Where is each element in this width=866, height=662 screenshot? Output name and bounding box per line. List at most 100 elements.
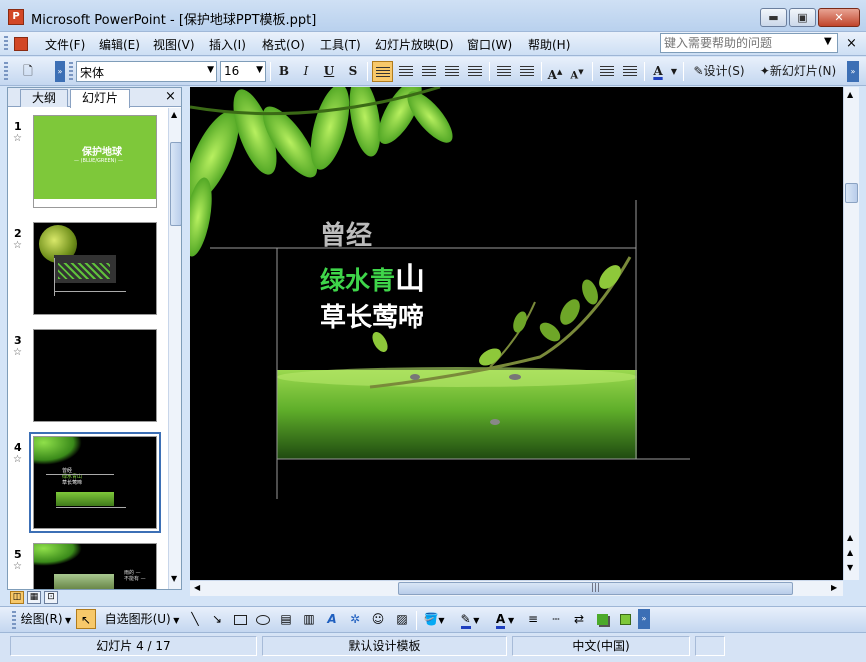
font-size-select[interactable]: 16 ▼: [220, 61, 266, 82]
align-right-button[interactable]: [419, 61, 439, 82]
menu-edit[interactable]: 编辑(E): [99, 36, 140, 53]
chevron-down-icon: ▼: [62, 616, 72, 625]
toolbar-options-icon[interactable]: »: [847, 61, 859, 82]
scroll-left-icon[interactable]: ◀: [194, 583, 200, 592]
align-center-button[interactable]: [396, 61, 416, 82]
vertical-textbox-icon[interactable]: ▥: [300, 609, 318, 629]
scroll-up-icon[interactable]: ▲: [171, 110, 177, 119]
help-search-input[interactable]: [660, 33, 838, 53]
toolbar-grip[interactable]: [69, 62, 73, 80]
menu-slideshow[interactable]: 幻灯片放映(D): [375, 36, 454, 53]
toolbar-grip[interactable]: [4, 62, 8, 80]
scroll-down-icon[interactable]: ▼: [171, 574, 177, 583]
select-objects-icon[interactable]: ↖: [76, 609, 96, 629]
design-template-name[interactable]: 默认设计模板: [262, 636, 507, 656]
menu-grip[interactable]: [4, 36, 8, 52]
line-color-button[interactable]: ✎ ▼: [454, 609, 486, 629]
menu-insert[interactable]: 插入(I): [209, 36, 246, 53]
font-color-button[interactable]: A: [649, 61, 667, 82]
slide-thumbnail-3[interactable]: [33, 329, 157, 422]
slide-text-line2[interactable]: 绿水青山: [320, 254, 425, 298]
document-icon[interactable]: [14, 37, 28, 51]
tab-outline[interactable]: 大纲: [20, 89, 68, 107]
italic-button[interactable]: I: [297, 61, 315, 82]
draw-menu-button[interactable]: 绘图(R) ▼: [19, 609, 73, 629]
grow-font-button[interactable]: A▲: [546, 61, 564, 82]
scrollbar-thumb[interactable]: [845, 183, 858, 203]
normal-view-icon[interactable]: ◫: [10, 591, 24, 604]
scroll-up-icon[interactable]: ▲: [847, 533, 853, 542]
minimize-button[interactable]: ▬: [760, 8, 787, 27]
font-name-select[interactable]: 宋体 ▼: [76, 61, 217, 82]
slide-horizontal-scrollbar[interactable]: ◀ ||| ▶: [190, 580, 843, 596]
decrease-indent-button[interactable]: [597, 61, 617, 82]
autoshapes-menu-button[interactable]: 自选图形(U) ▼: [104, 609, 180, 629]
thumbnail-scrollbar[interactable]: ▲ ▼: [168, 108, 181, 589]
slide-thumbnail-1[interactable]: 保护地球 — (BLUE/GREEN) —: [33, 115, 157, 208]
new-document-icon[interactable]: 🗋: [18, 61, 38, 82]
shadow-style-icon[interactable]: [593, 609, 611, 629]
slide-text-line1[interactable]: 曾经: [320, 215, 372, 252]
underline-button[interactable]: U: [320, 61, 338, 82]
dash-style-icon[interactable]: ┄: [547, 609, 565, 629]
new-slide-button[interactable]: ✦新幻灯片(N): [753, 61, 843, 82]
slide-thumbnail-2[interactable]: [33, 222, 157, 315]
distributed-button[interactable]: [465, 61, 485, 82]
document-close-button[interactable]: ×: [846, 36, 857, 51]
slide-canvas[interactable]: 曾经 绿水青山 草长莺啼: [190, 87, 843, 580]
fill-color-button[interactable]: 🪣▼: [421, 609, 447, 629]
design-button[interactable]: ✎设计(S): [688, 61, 750, 82]
bold-button[interactable]: B: [275, 61, 293, 82]
scroll-right-icon[interactable]: ▶: [831, 583, 837, 592]
align-left-button[interactable]: [372, 61, 393, 82]
scrollbar-thumb[interactable]: |||: [398, 582, 793, 595]
slide-vertical-scrollbar[interactable]: ▲ ▲ ▲ ▼: [843, 87, 859, 580]
scrollbar-thumb[interactable]: [170, 142, 181, 226]
wordart-icon[interactable]: A: [323, 609, 341, 629]
draw-font-color-button[interactable]: A ▼: [489, 609, 521, 629]
tab-slides[interactable]: 幻灯片: [70, 89, 130, 108]
menu-file[interactable]: 文件(F): [45, 36, 85, 53]
slide-sorter-view-icon[interactable]: ▦: [27, 591, 41, 604]
chevron-down-icon[interactable]: ▼: [824, 36, 832, 47]
toolbar-options-icon[interactable]: »: [55, 61, 65, 82]
slideshow-view-icon[interactable]: ⊡: [44, 591, 58, 604]
increase-indent-button[interactable]: [620, 61, 640, 82]
menu-view[interactable]: 视图(V): [153, 36, 195, 53]
picture-icon[interactable]: ▨: [393, 609, 411, 629]
toolbar-options-icon[interactable]: »: [638, 609, 650, 629]
close-icon[interactable]: ×: [165, 89, 176, 104]
scroll-up-icon[interactable]: ▲: [847, 90, 853, 99]
shrink-font-button[interactable]: A▼: [568, 61, 586, 82]
shadow-button[interactable]: S: [344, 61, 362, 82]
menu-help[interactable]: 帮助(H): [528, 36, 570, 53]
textbox-tool-icon[interactable]: ▤: [277, 609, 295, 629]
previous-slide-icon[interactable]: ▲: [847, 548, 853, 557]
slide-text-line3[interactable]: 草长莺啼: [320, 297, 424, 334]
close-button[interactable]: ✕: [818, 8, 860, 27]
menu-window[interactable]: 窗口(W): [467, 36, 512, 53]
slide-thumbnail-4[interactable]: 曾经 绿水青山 草长莺啼: [29, 432, 161, 533]
bullets-button[interactable]: [517, 61, 537, 82]
powerpoint-icon[interactable]: P: [8, 9, 24, 25]
3d-style-icon[interactable]: [616, 609, 634, 629]
next-slide-icon[interactable]: ▼: [847, 563, 853, 572]
toolbar-grip[interactable]: [12, 611, 16, 629]
menu-tools[interactable]: 工具(T): [320, 36, 361, 53]
justify-button[interactable]: [442, 61, 462, 82]
rectangle-tool-icon[interactable]: [231, 609, 249, 629]
arrow-tool-icon[interactable]: ↘: [208, 609, 226, 629]
oval-tool-icon[interactable]: [254, 609, 272, 629]
line-tool-icon[interactable]: ╲: [186, 609, 204, 629]
arrow-style-icon[interactable]: ⇄: [570, 609, 588, 629]
slide-thumbnail-5[interactable]: 雨的 — 不能有 —: [33, 543, 157, 589]
diagram-icon[interactable]: ✲: [346, 609, 364, 629]
new-slide-button-label: 新幻灯片(N): [769, 64, 837, 78]
chevron-down-icon[interactable]: ▼: [669, 61, 679, 82]
numbering-button[interactable]: [494, 61, 514, 82]
maximize-button[interactable]: ▣: [789, 8, 816, 27]
line-style-icon[interactable]: ≡: [524, 609, 542, 629]
toolbar-separator: [416, 611, 417, 630]
clipart-icon[interactable]: ☺: [369, 609, 387, 629]
menu-format[interactable]: 格式(O): [262, 36, 305, 53]
